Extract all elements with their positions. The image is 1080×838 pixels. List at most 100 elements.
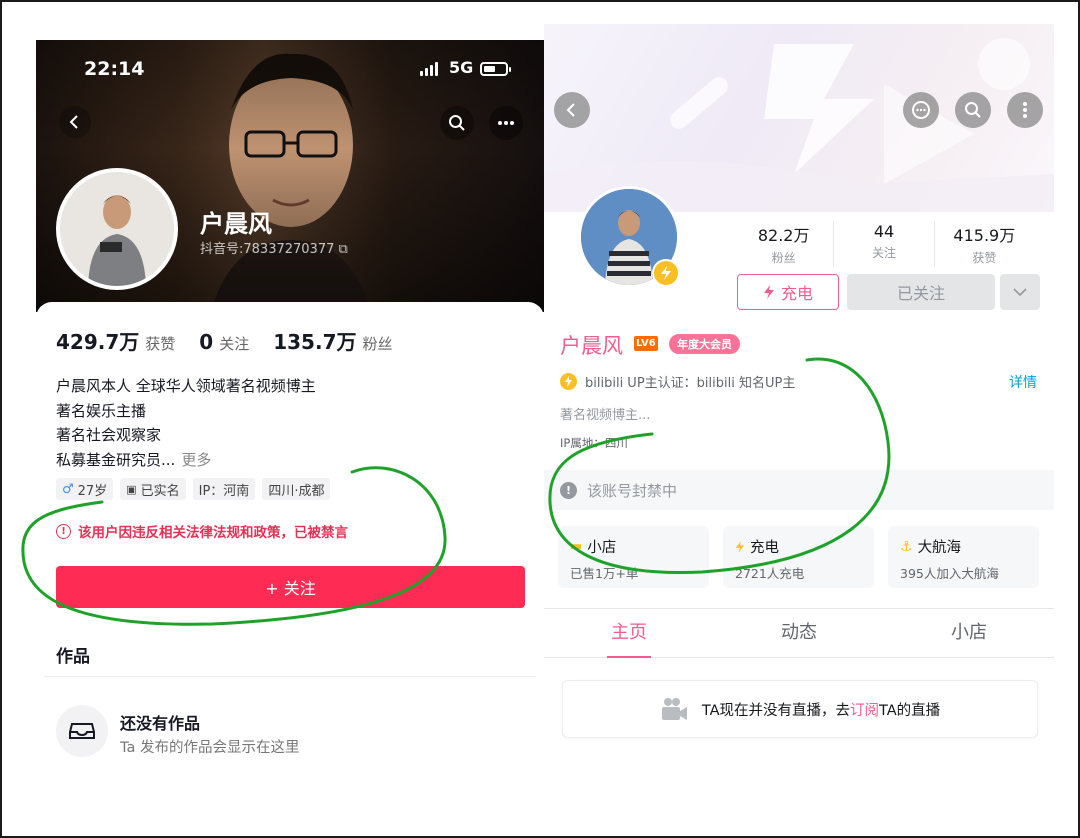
verified-lightning-icon <box>652 259 680 287</box>
bio-line: 著名社会观察家 <box>56 426 162 444</box>
profile-tabs: 主页 动态 小店 <box>544 608 1054 658</box>
shop-card-title: 小店 <box>587 540 617 556</box>
profile-stats: 429.7万 获赞 0 关注 135.7万 粉丝 <box>56 326 393 355</box>
message-button[interactable] <box>903 92 939 128</box>
empty-works-subtitle: Ta 发布的作品会显示在这里 <box>120 740 300 756</box>
search-icon <box>965 102 981 118</box>
chevron-left-icon <box>566 103 575 117</box>
douyin-profile-screen: 22:14 5G 户晨风 抖音号:78337270377 ⧉ 429.7万 获赞… <box>36 40 544 820</box>
followers-label: 粉丝 <box>771 251 796 265</box>
charge-card[interactable]: 充电 2721人充电 <box>723 526 874 588</box>
feature-cards: ▬ 小店 已售1万+单 充电 2721人充电 ⚓ 大航海 395人加入大航海 <box>558 526 1039 588</box>
douyin-id[interactable]: 抖音号:78337270377 ⧉ <box>200 238 348 257</box>
voyage-card-subtitle: 395人加入大航海 <box>900 566 999 581</box>
location-tag: 四川·成都 <box>262 478 331 500</box>
ban-notice: ! 该用户因违反相关法律法规和政策，已被禁言 <box>56 521 348 541</box>
alert-icon: ! <box>56 523 71 539</box>
following-label: 关注 <box>871 246 896 260</box>
avatar[interactable] <box>56 168 178 290</box>
followed-button[interactable]: 已关注 <box>847 274 995 310</box>
bio-line: 户晨风本人 全球华人领域著名视频博主 <box>56 377 316 395</box>
alert-icon: ! <box>560 481 577 499</box>
likes-count: 415.9万 <box>953 226 1016 245</box>
following-label[interactable]: 关注 <box>219 333 249 354</box>
chevron-down-icon <box>1013 288 1027 296</box>
signature-text[interactable]: 著名视频博主... <box>560 404 650 423</box>
status-time: 22:14 <box>84 58 145 80</box>
age-tag: ♂ 27岁 <box>56 478 114 500</box>
detail-link[interactable]: 详情 <box>1009 372 1037 392</box>
search-icon <box>449 115 465 131</box>
verified-tag: ▣ 已实名 <box>120 478 186 500</box>
more-button[interactable] <box>1007 92 1043 128</box>
live-suffix: TA的直播 <box>879 702 941 719</box>
charge-button[interactable]: 充电 <box>737 274 839 310</box>
empty-works-title: 还没有作品 <box>120 714 201 733</box>
ip-location: IP属地：四川 <box>560 436 628 450</box>
ip-tag: IP：河南 <box>192 478 256 500</box>
divider <box>44 676 536 677</box>
lightning-icon <box>735 540 745 553</box>
profile-bio: 户晨风本人 全球华人领域著名视频博主 著名娱乐主播 著名社会观察家 私募基金研究… <box>56 374 316 472</box>
following-count[interactable]: 0 <box>199 330 213 354</box>
tab-dynamic[interactable]: 动态 <box>714 609 884 657</box>
followers-count[interactable]: 135.7万 <box>273 326 356 355</box>
bio-more-link[interactable]: 更多 <box>181 451 211 469</box>
camera-icon <box>661 698 687 720</box>
tab-shop[interactable]: 小店 <box>884 609 1054 657</box>
follow-button[interactable]: + 关注 <box>56 566 525 608</box>
following-stat[interactable]: 44 关注 <box>834 222 935 266</box>
tab-home[interactable]: 主页 <box>544 609 714 658</box>
up-certification: bilibili UP主认证：bilibili 知名UP主 <box>560 372 795 391</box>
followers-stat[interactable]: 82.2万 粉丝 <box>734 222 835 266</box>
bio-line: 著名娱乐主播 <box>56 401 147 420</box>
followers-count: 82.2万 <box>757 226 810 245</box>
id-card-icon: ▣ <box>126 482 137 496</box>
verified-text: 已实名 <box>140 483 180 499</box>
male-icon: ♂ <box>62 481 74 497</box>
shop-card-subtitle: 已售1万+单 <box>570 566 639 581</box>
age-text: 27岁 <box>77 483 108 499</box>
level-badge: LV6 <box>634 336 658 351</box>
search-button[interactable] <box>955 92 991 128</box>
voyage-card[interactable]: ⚓ 大航海 395人加入大航海 <box>888 526 1039 588</box>
live-notice-text: TA现在并没有直播，去订阅TA的直播 <box>702 699 940 720</box>
anchor-icon: ⚓ <box>900 538 913 555</box>
shop-icon: ▬ <box>570 539 583 554</box>
ban-notice-text: 该用户因违反相关法律法规和政策，已被禁言 <box>78 525 348 541</box>
live-notice: TA现在并没有直播，去订阅TA的直播 <box>562 680 1038 738</box>
live-prefix: TA现在并没有直播，去 <box>701 702 850 719</box>
back-button[interactable] <box>554 92 590 128</box>
douyin-id-text: 抖音号:78337270377 <box>200 242 335 257</box>
avatar-portrait <box>60 172 174 286</box>
vip-badge: 年度大会员 <box>669 334 740 354</box>
more-dots-icon <box>498 121 514 125</box>
profile-name: 户晨风 <box>560 334 623 358</box>
likes-stat: 415.9万 获赞 <box>935 222 1034 266</box>
chevron-left-icon <box>69 115 78 129</box>
bio-line-text: 私募基金研究员... <box>56 450 176 469</box>
charge-card-subtitle: 2721人充电 <box>735 566 805 581</box>
shop-card[interactable]: ▬ 小店 已售1万+单 <box>558 526 709 588</box>
status-bar: 22:14 5G <box>36 40 544 100</box>
more-button[interactable] <box>489 106 523 140</box>
search-button[interactable] <box>440 106 474 140</box>
inbox-icon <box>56 705 108 757</box>
more-vertical-icon <box>1023 102 1027 118</box>
certification-text: bilibili UP主认证：bilibili 知名UP主 <box>585 376 796 391</box>
voyage-card-title: 大航海 <box>917 540 962 556</box>
profile-name: 户晨风 <box>200 210 272 238</box>
follow-dropdown-button[interactable] <box>1000 274 1040 310</box>
back-button[interactable] <box>59 106 91 138</box>
works-tab[interactable]: 作品 <box>56 642 90 667</box>
ban-notice-text: 该账号封禁中 <box>587 481 678 500</box>
followers-label[interactable]: 粉丝 <box>362 333 392 354</box>
likes-label: 获赞 <box>972 251 997 265</box>
charge-card-title: 充电 <box>750 540 779 556</box>
copy-icon: ⧉ <box>338 242 348 257</box>
battery-icon <box>480 62 511 76</box>
likes-label: 获赞 <box>145 335 176 353</box>
signal-icon <box>420 62 442 76</box>
bio-line-last: 私募基金研究员... 更多 <box>56 448 316 473</box>
subscribe-live-link[interactable]: 订阅 <box>850 703 879 719</box>
